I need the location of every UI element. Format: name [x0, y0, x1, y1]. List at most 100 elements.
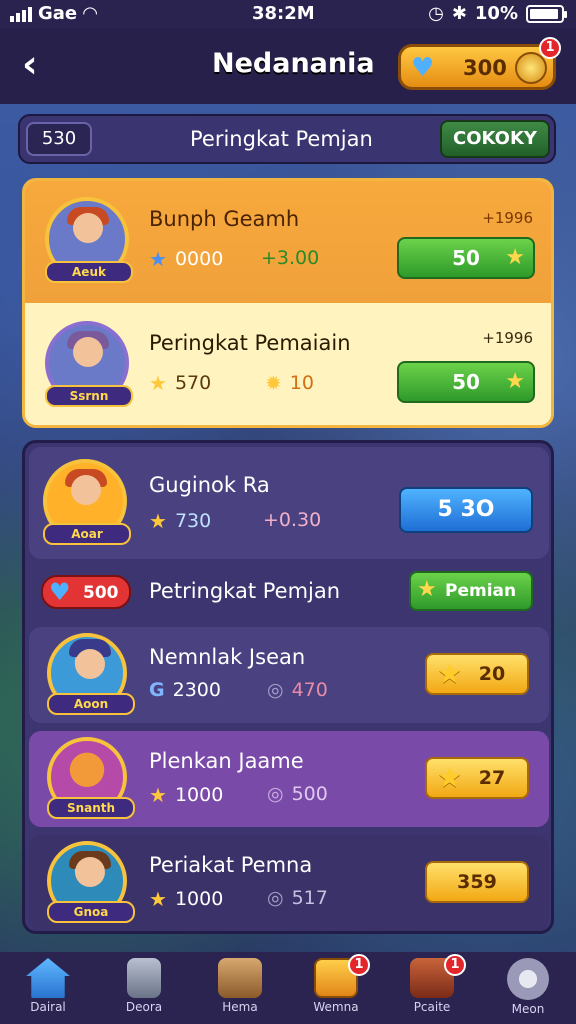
- star-icon: ★: [149, 887, 167, 911]
- nav-label: Dairal: [30, 1000, 66, 1014]
- coin-icon: ◎: [267, 887, 284, 909]
- nav-item-profile[interactable]: Deora: [96, 952, 192, 1024]
- g-icon: G: [149, 679, 165, 701]
- bluetooth-icon: ✱: [451, 3, 467, 24]
- avatar-label: Ssrnn: [45, 385, 133, 407]
- rank-count: 530: [26, 122, 92, 156]
- star-icon: ★: [149, 247, 167, 271]
- ranking-card[interactable]: Aoar Guginok Ra ★ 730 +0.30 5 3O: [29, 447, 549, 559]
- avatar-label: Aoon: [47, 693, 135, 715]
- stat-primary: ★ 0000: [149, 247, 223, 271]
- signal-icon: [10, 6, 32, 22]
- avatar: Aoon: [47, 633, 135, 715]
- action-button[interactable]: COKOKY: [440, 120, 550, 158]
- player-name: Periakat Pemna: [149, 853, 313, 877]
- nav-item-home[interactable]: Dairal: [0, 952, 96, 1024]
- row-badge-value: 500: [83, 583, 119, 603]
- reward-value: 50: [452, 246, 480, 270]
- star-icon: ★: [149, 783, 167, 807]
- stat-value: 10: [289, 372, 314, 394]
- settings-icon: [507, 958, 549, 1000]
- nav-item-box[interactable]: Hema: [192, 952, 288, 1024]
- row-label: Petringkat Pemjan: [149, 579, 341, 603]
- wifi-icon: ◠: [83, 3, 97, 24]
- nav-label: Meon: [511, 1002, 545, 1016]
- stat-value: 1000: [174, 888, 224, 910]
- status-bar: Gae ◠ 38:2M ◷ ✱ 10%: [0, 0, 576, 28]
- reward-button[interactable]: ★ 20: [425, 653, 529, 695]
- avatar-face: [71, 475, 101, 505]
- coin-icon: ✹: [265, 371, 282, 395]
- notification-badge: 1: [444, 954, 466, 976]
- star-icon: ★: [149, 509, 167, 533]
- nav-item-chest[interactable]: 1 Pcaite: [384, 952, 480, 1024]
- stat-value: 2300: [172, 679, 221, 701]
- stat-value: 570: [174, 372, 212, 394]
- carrier-label: Gae: [38, 3, 78, 24]
- star-icon: ★: [505, 245, 525, 270]
- stat-value: 500: [291, 783, 328, 805]
- rank-percent: +1996: [482, 329, 533, 347]
- reward-value: 27: [478, 767, 506, 789]
- stat-primary: G 2300: [149, 679, 221, 701]
- coin-icon: [515, 52, 547, 84]
- stat-primary: ★ 730: [149, 509, 211, 533]
- page-title: Nedanania: [212, 48, 375, 79]
- reward-button[interactable]: 5 3O: [399, 487, 533, 533]
- row-button-label: Pemian: [445, 581, 517, 601]
- avatar: Ssrnn: [45, 321, 133, 407]
- ranking-card[interactable]: Aeuk Bunph Geamh +1996 ★ 0000 +3.00 50 ★: [25, 181, 551, 303]
- notification-badge: 1: [539, 37, 561, 59]
- clock-icon: ◷: [428, 3, 444, 24]
- player-name: Peringkat Pemaiain: [149, 331, 351, 355]
- avatar: Gnoa: [47, 841, 135, 923]
- back-button[interactable]: ‹: [22, 44, 38, 84]
- player-name: Guginok Ra: [149, 473, 270, 497]
- star-icon: ★: [437, 761, 463, 794]
- box-icon: [218, 958, 262, 998]
- row-badge: ♥ 500: [41, 575, 131, 609]
- stat-value: 517: [291, 887, 328, 909]
- reward-button[interactable]: 50 ★: [397, 361, 535, 403]
- ranking-card[interactable]: Ssrnn Peringkat Pemaiain +1996 ★ 570 ✹ 10 …: [25, 305, 551, 425]
- nav-item-gift[interactable]: 1 Wemna: [288, 952, 384, 1024]
- row-button[interactable]: ★ Pemian: [409, 571, 533, 611]
- star-icon: ★: [149, 371, 167, 395]
- star-icon: ★: [505, 369, 525, 394]
- avatar-label: Aoar: [43, 523, 131, 545]
- nav-label: Pcaite: [413, 1000, 451, 1014]
- stat-primary: ★ 1000: [149, 887, 223, 911]
- ranking-card[interactable]: Aoon Nemnlak Jsean G 2300 ◎ 470 ★ 20: [29, 627, 549, 723]
- stat-secondary: ◎ 470: [267, 679, 328, 701]
- home-icon: [26, 958, 70, 998]
- avatar-label: Aeuk: [45, 261, 133, 283]
- heart-icon: ♥: [411, 53, 435, 83]
- ranking-card[interactable]: Gnoa Periakat Pemna ★ 1000 ◎ 517 359: [29, 835, 549, 931]
- star-icon: ★: [417, 577, 437, 602]
- avatar: Aoar: [43, 459, 131, 545]
- reward-value: 50: [452, 370, 480, 394]
- stat-secondary: ◎ 517: [267, 887, 328, 909]
- battery-icon: [526, 4, 567, 23]
- avatar-label: Snanth: [47, 797, 135, 819]
- ranking-card[interactable]: Snanth Plenkan Jaame ★ 1000 ◎ 500 ★ 27: [29, 731, 549, 827]
- stat-secondary: ✹ 10: [265, 371, 314, 395]
- currency-display[interactable]: ♥ 300 1: [398, 37, 561, 90]
- reward-button[interactable]: ★ 27: [425, 757, 529, 799]
- player-name: Bunph Geamh: [149, 207, 300, 231]
- reward-button[interactable]: 50 ★: [397, 237, 535, 279]
- player-name: Plenkan Jaame: [149, 749, 304, 773]
- avatar-face: [73, 213, 103, 243]
- stat-secondary: +3.00: [261, 247, 320, 269]
- stat-secondary: +0.30: [263, 509, 322, 531]
- stat-value: 0000: [174, 248, 224, 270]
- ranking-row[interactable]: ♥ 500 Petringkat Pemjan ★ Pemian: [25, 565, 551, 621]
- nav-item-settings[interactable]: Meon: [480, 952, 576, 1024]
- coin-icon: ◎: [267, 679, 284, 701]
- reward-button[interactable]: 359: [425, 861, 529, 903]
- avatar-face: [75, 649, 105, 679]
- top-ranking-group: Aeuk Bunph Geamh +1996 ★ 0000 +3.00 50 ★ S…: [22, 178, 554, 428]
- avatar: Snanth: [47, 737, 135, 819]
- nav-label: Hema: [222, 1000, 258, 1014]
- stat-secondary: ◎ 500: [267, 783, 328, 805]
